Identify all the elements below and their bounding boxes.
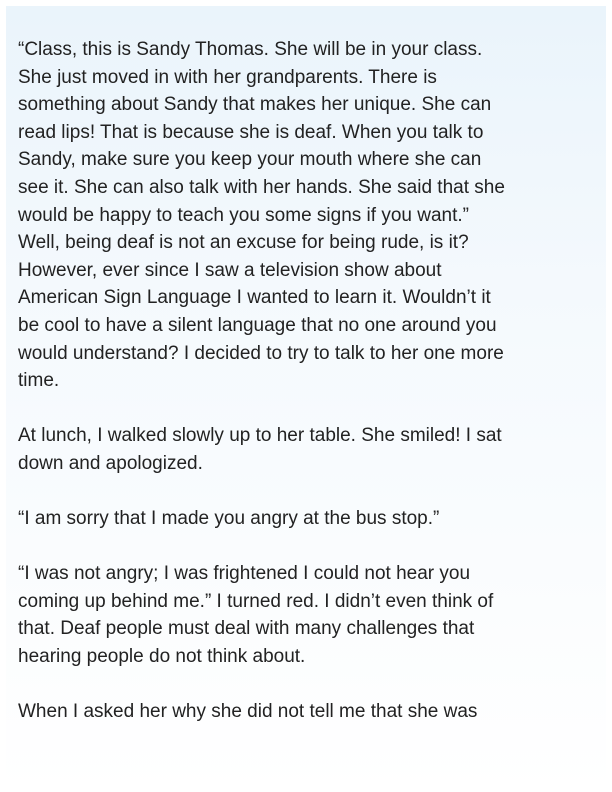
text-line: coming up behind me.” I turned red. I di… (18, 590, 494, 612)
text-line: American Sign Language I wanted to learn… (18, 287, 491, 309)
text-line: down and apologized. (18, 452, 203, 474)
text-line: be cool to have a silent language that n… (18, 314, 497, 336)
text-line: At lunch, I walked slowly up to her tabl… (18, 425, 502, 447)
text-line: She just moved in with her grandparents.… (18, 66, 437, 88)
text-line: see it. She can also talk with her hands… (18, 176, 505, 198)
text-line: that. Deaf people must deal with many ch… (18, 618, 475, 640)
paragraph-2: At lunch, I walked slowly up to her tabl… (18, 422, 600, 477)
text-line: hearing people do not think about. (18, 646, 306, 668)
text-line: Well, being deaf is not an excuse for be… (18, 232, 469, 254)
story-text: “Class, this is Sandy Thomas. She will b… (18, 36, 600, 726)
text-line: read lips! That is because she is deaf. … (18, 121, 484, 143)
text-line: However, ever since I saw a television s… (18, 259, 442, 281)
paragraph-1: “Class, this is Sandy Thomas. She will b… (18, 36, 600, 395)
text-line: “I was not angry; I was frightened I cou… (18, 563, 471, 585)
document-page: “Class, this is Sandy Thomas. She will b… (6, 6, 606, 792)
text-line: would be happy to teach you some signs i… (18, 204, 469, 226)
text-line: When I asked her why she did not tell me… (18, 701, 478, 723)
paragraph-4: “I was not angry; I was frightened I cou… (18, 560, 600, 670)
text-line: something about Sandy that makes her uni… (18, 94, 492, 116)
text-line: Sandy, make sure you keep your mouth whe… (18, 149, 482, 171)
paragraph-5: When I asked her why she did not tell me… (18, 698, 600, 726)
text-line: “I am sorry that I made you angry at the… (18, 508, 440, 530)
text-line: “Class, this is Sandy Thomas. She will b… (18, 39, 483, 60)
text-line: time. (18, 370, 60, 392)
paragraph-3: “I am sorry that I made you angry at the… (18, 505, 600, 533)
text-line: would understand? I decided to try to ta… (18, 342, 504, 364)
